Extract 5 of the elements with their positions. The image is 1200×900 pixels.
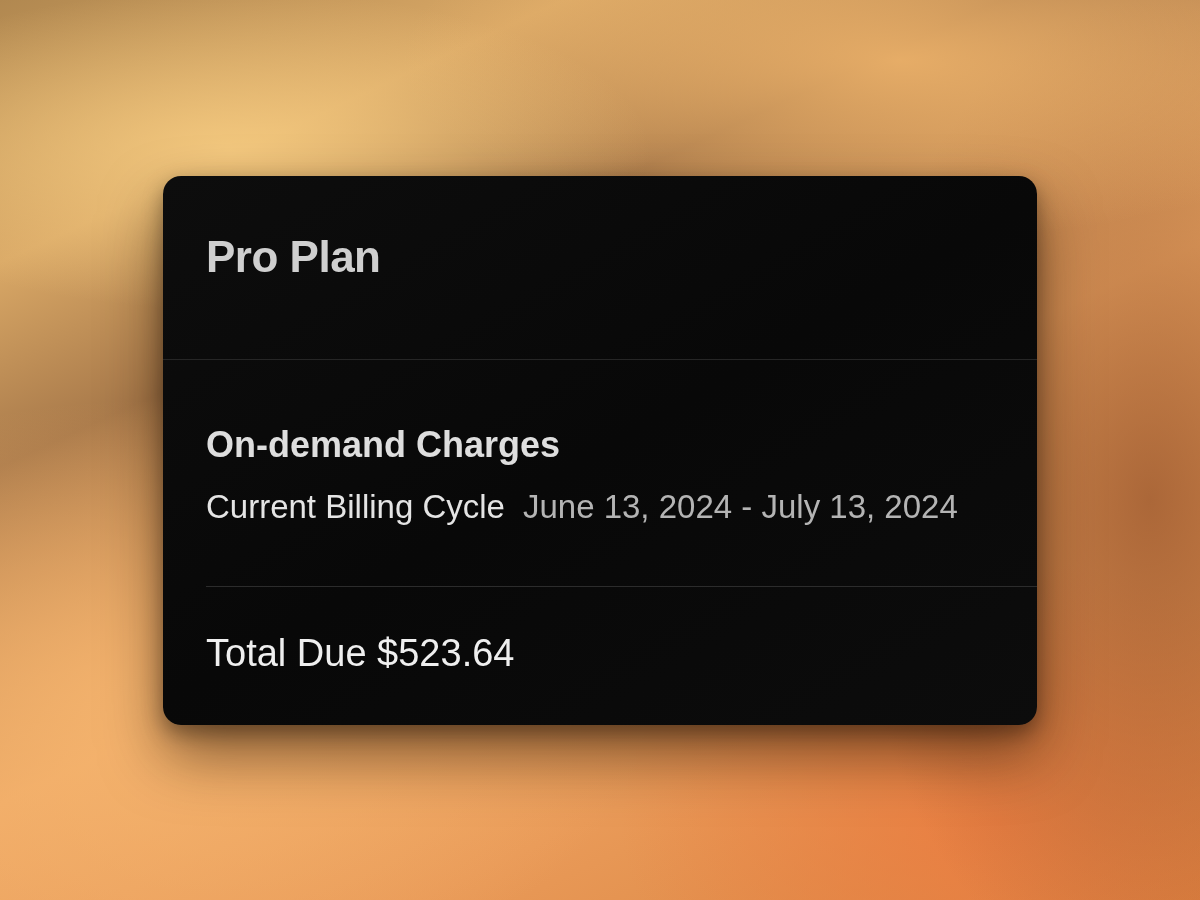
billing-cycle-dates: June 13, 2024 - July 13, 2024 xyxy=(522,489,958,523)
total-due-text: Total Due $523.64 xyxy=(206,633,515,672)
plan-title: Pro Plan xyxy=(206,234,381,279)
section-heading: On-demand Charges xyxy=(206,426,561,463)
billing-cycle-label: Current Billing Cycle xyxy=(206,489,505,523)
